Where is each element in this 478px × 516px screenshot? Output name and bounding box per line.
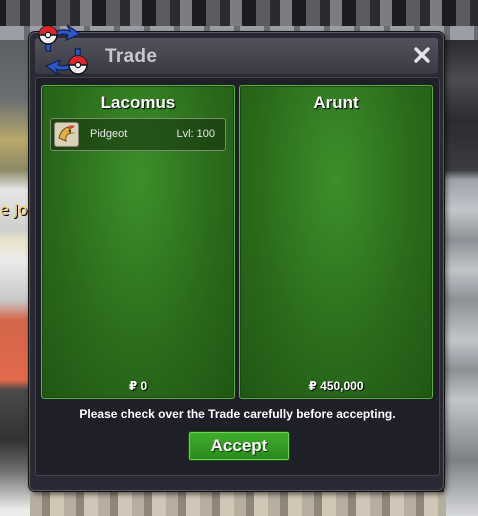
- offer-panel-lacomus: Lacomus Pidgeot Lvl: 100 ₽ 0: [41, 85, 235, 399]
- game-background-bottom: [30, 492, 446, 516]
- trade-item-row[interactable]: Pidgeot Lvl: 100: [50, 118, 226, 151]
- game-background-right: [444, 40, 478, 516]
- trade-window: Trade Lacomus Pidgeot Lvl: 100 ₽ 0 Arunt…: [29, 24, 444, 491]
- item-name: Pidgeot: [90, 128, 128, 140]
- accept-button[interactable]: Accept: [188, 431, 290, 461]
- title-bar: Trade: [35, 38, 438, 74]
- money-offer: ₽ 450,000: [308, 379, 364, 393]
- player-name: Lacomus: [100, 93, 176, 112]
- close-button[interactable]: [411, 44, 433, 66]
- player-name: Arunt: [313, 93, 359, 112]
- trade-logo-icon: [38, 24, 88, 76]
- item-level: Lvl: 100: [176, 128, 215, 140]
- trade-notice: Please check over the Trade carefully be…: [79, 407, 396, 421]
- offer-panel-arunt: Arunt ₽ 450,000: [239, 85, 433, 399]
- money-offer: ₽ 0: [128, 379, 148, 393]
- pidgeot-icon: [54, 122, 79, 147]
- window-title: Trade: [105, 46, 158, 67]
- close-icon: [414, 47, 430, 63]
- trade-content: Lacomus Pidgeot Lvl: 100 ₽ 0 Arunt ₽ 450…: [35, 77, 440, 476]
